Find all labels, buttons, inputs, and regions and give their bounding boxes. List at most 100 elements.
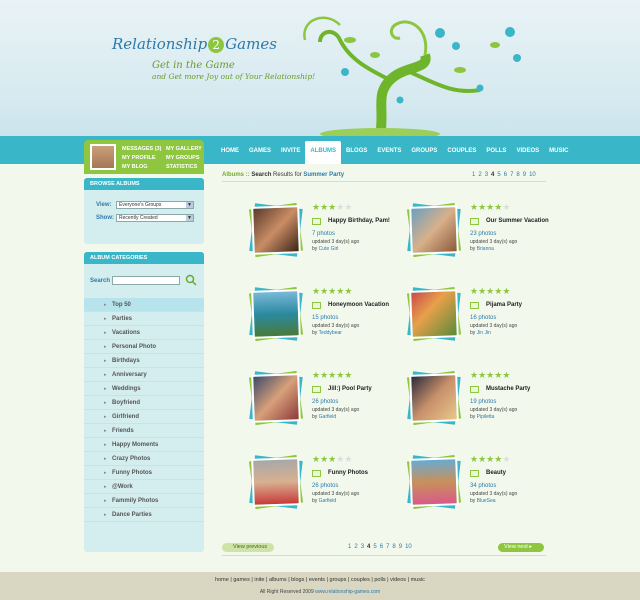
nav-albums[interactable]: ALBUMS <box>305 141 342 165</box>
star-icon[interactable]: ★ <box>478 286 486 296</box>
show-select[interactable]: Recently Created ▼ <box>116 214 194 222</box>
album-title[interactable]: Beauty <box>486 470 506 476</box>
page-link[interactable]: 7 <box>386 544 389 550</box>
footer-link-inite[interactable]: inite <box>254 577 264 583</box>
footer-link-couples[interactable]: couples <box>351 577 370 583</box>
page-link[interactable]: 9 <box>399 544 402 550</box>
my-profile-link[interactable]: MY PROFILE <box>122 155 156 161</box>
page-link[interactable]: 4 <box>367 544 370 550</box>
footer-link-music[interactable]: music <box>411 577 425 583</box>
star-icon[interactable]: ★ <box>344 286 352 296</box>
avatar[interactable] <box>90 144 116 170</box>
album-title[interactable]: Our Summer Vacation <box>486 218 549 224</box>
star-icon[interactable]: ★ <box>312 454 320 464</box>
page-link[interactable]: 3 <box>485 172 488 178</box>
my-groups-link[interactable]: MY GROUPS <box>166 155 200 161</box>
my-gallery-link[interactable]: MY GALLERY <box>166 146 202 152</box>
page-link[interactable]: 1 <box>472 172 475 178</box>
author-link[interactable]: BlueSea <box>477 498 496 504</box>
category-item[interactable]: ▸ Parties <box>84 312 204 326</box>
page-link[interactable]: 6 <box>504 172 507 178</box>
category-item[interactable]: ▸ Friends <box>84 424 204 438</box>
star-icon[interactable]: ★ <box>478 370 486 380</box>
category-item[interactable]: ▸ Dance Parties <box>84 508 204 522</box>
nav-invite[interactable]: INVITE <box>276 141 305 165</box>
nav-couples[interactable]: COUPLES <box>442 141 481 165</box>
messages-link[interactable]: MESSAGES (3) <box>122 146 161 152</box>
nav-videos[interactable]: VIDEOS <box>511 141 544 165</box>
author-link[interactable]: Pipiletta <box>477 414 495 420</box>
photo-count[interactable]: 26 photos <box>312 399 338 405</box>
star-icon[interactable]: ★ <box>344 370 352 380</box>
footer-link-home[interactable]: home <box>215 577 229 583</box>
page-link[interactable]: 8 <box>516 172 519 178</box>
star-icon[interactable]: ★ <box>312 202 320 212</box>
search-input[interactable] <box>112 276 180 285</box>
footer-link-blogs[interactable]: blogs <box>291 577 304 583</box>
author-link[interactable]: Teddybear <box>319 330 342 336</box>
view-previous-button[interactable]: View previous <box>222 543 274 552</box>
statistics-link[interactable]: STATISTICS <box>166 164 197 170</box>
author-link[interactable]: Jin Jin <box>477 330 491 336</box>
nav-groups[interactable]: GROUPS <box>406 141 442 165</box>
category-item[interactable]: ▸ Anniversary <box>84 368 204 382</box>
photo-count[interactable]: 16 photos <box>470 315 496 321</box>
footer-link-polls[interactable]: polls <box>374 577 385 583</box>
star-icon[interactable]: ★ <box>502 370 510 380</box>
star-icon[interactable]: ★ <box>320 286 328 296</box>
star-icon[interactable]: ★ <box>320 202 328 212</box>
footer-link-videos[interactable]: videos <box>390 577 406 583</box>
nav-events[interactable]: EVENTS <box>372 141 406 165</box>
page-link[interactable]: 3 <box>361 544 364 550</box>
breadcrumb-section[interactable]: Albums :: <box>222 172 250 178</box>
page-link[interactable]: 4 <box>491 172 494 178</box>
album-title[interactable]: Honeymoon Vacation <box>328 302 389 308</box>
page-link[interactable]: 10 <box>405 544 412 550</box>
star-icon[interactable]: ★ <box>470 454 478 464</box>
site-logo[interactable]: Relationship 2 Games <box>112 35 277 53</box>
album-thumbnail[interactable] <box>248 370 304 426</box>
album-title[interactable]: Funny Photos <box>328 470 368 476</box>
nav-blogs[interactable]: BLOGS <box>341 141 372 165</box>
page-link[interactable]: 2 <box>354 544 357 550</box>
album-thumbnail[interactable] <box>406 370 462 426</box>
footer-link-games[interactable]: games <box>233 577 250 583</box>
category-item[interactable]: ▸ Crazy Photos <box>84 452 204 466</box>
nav-music[interactable]: MUSIC <box>544 141 573 165</box>
category-item[interactable]: ▸ Boyfriend <box>84 396 204 410</box>
nav-home[interactable]: HOME <box>216 141 244 165</box>
album-thumbnail[interactable] <box>406 454 462 510</box>
album-thumbnail[interactable] <box>248 286 304 342</box>
star-icon[interactable]: ★ <box>470 202 478 212</box>
page-link[interactable]: 6 <box>380 544 383 550</box>
footer-link-groups[interactable]: groups <box>330 577 347 583</box>
album-thumbnail[interactable] <box>406 202 462 258</box>
star-icon[interactable]: ★ <box>344 202 352 212</box>
star-icon[interactable]: ★ <box>502 286 510 296</box>
star-icon[interactable]: ★ <box>344 454 352 464</box>
photo-count[interactable]: 19 photos <box>470 399 496 405</box>
my-blog-link[interactable]: MY BLOG <box>122 164 148 170</box>
star-icon[interactable]: ★ <box>312 370 320 380</box>
category-item[interactable]: ▸ Funny Photos <box>84 466 204 480</box>
star-icon[interactable]: ★ <box>312 286 320 296</box>
category-item[interactable]: ▸ Weddings <box>84 382 204 396</box>
search-icon[interactable] <box>185 274 197 286</box>
photo-count[interactable]: 15 photos <box>312 315 338 321</box>
page-link[interactable]: 10 <box>529 172 536 178</box>
album-title[interactable]: Mustache Party <box>486 386 530 392</box>
photo-count[interactable]: 7 photos <box>312 231 335 237</box>
author-link[interactable]: Garfield <box>319 498 337 504</box>
album-thumbnail[interactable] <box>248 202 304 258</box>
album-title[interactable]: Pijama Party <box>486 302 522 308</box>
author-link[interactable]: Garfield <box>319 414 337 420</box>
category-item[interactable]: ▸ @Work <box>84 480 204 494</box>
photo-count[interactable]: 34 photos <box>470 483 496 489</box>
photo-count[interactable]: 23 photos <box>470 231 496 237</box>
page-link[interactable]: 5 <box>497 172 500 178</box>
footer-link-albums[interactable]: albums <box>269 577 287 583</box>
album-thumbnail[interactable] <box>406 286 462 342</box>
star-icon[interactable]: ★ <box>320 370 328 380</box>
page-link[interactable]: 2 <box>478 172 481 178</box>
album-title[interactable]: Jill:) Pool Party <box>328 386 372 392</box>
